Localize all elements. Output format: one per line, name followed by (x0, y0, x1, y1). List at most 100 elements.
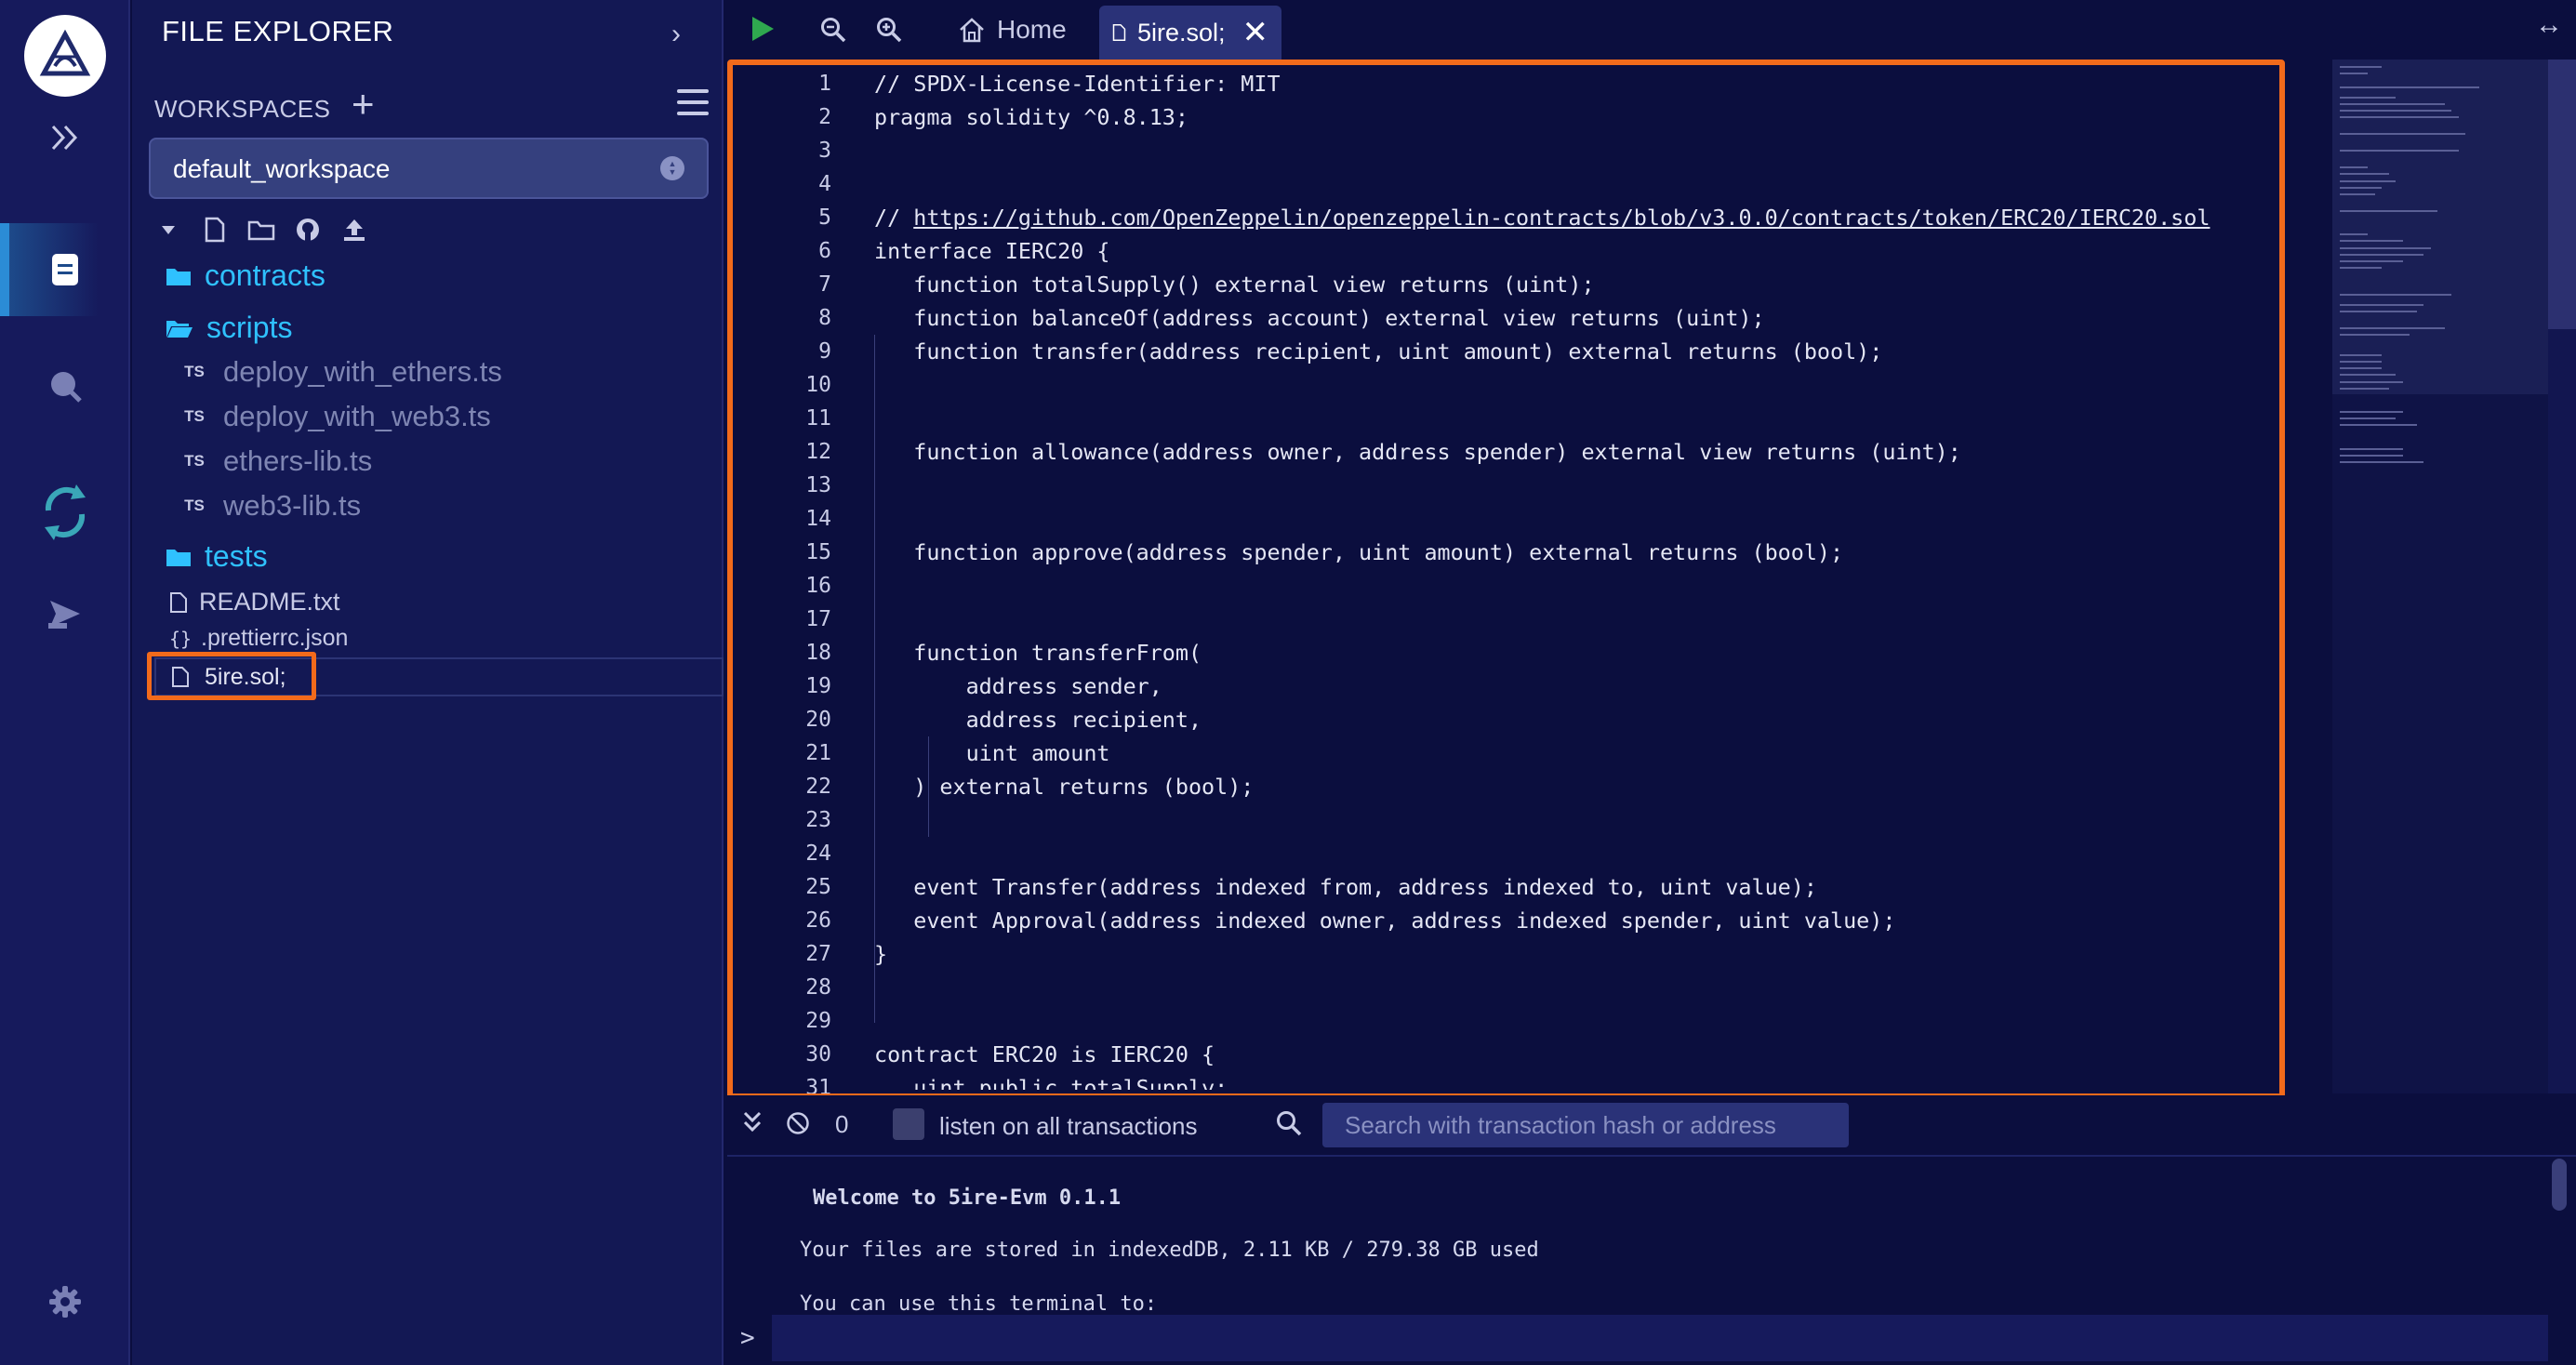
folder-icon (166, 549, 191, 566)
line-number: 1 (818, 72, 831, 96)
line-number: 23 (805, 808, 831, 832)
line-number: 2 (818, 105, 831, 129)
transaction-search-input[interactable] (1322, 1103, 1849, 1147)
compiler-plugin-button[interactable] (0, 479, 130, 544)
code-line[interactable]: event Approval(address indexed owner, ad… (874, 904, 2269, 937)
code-line[interactable] (874, 502, 2269, 536)
code-line[interactable] (874, 134, 2269, 167)
tree-file[interactable]: TS web3-lib.ts (180, 489, 361, 523)
tree-file[interactable]: TS deploy_with_ethers.ts (180, 355, 502, 389)
tab-home[interactable]: Home (941, 0, 1083, 60)
code-line[interactable]: // SPDX-License-Identifier: MIT (874, 67, 2269, 100)
code-line[interactable]: contract ERC20 is IERC20 { (874, 1038, 2269, 1071)
listen-checkbox[interactable] (893, 1108, 924, 1140)
code-line[interactable]: address recipient, (874, 703, 2269, 736)
code-line[interactable] (874, 569, 2269, 603)
terminal-storage-info: Your files are stored in indexedDB, 2.11… (800, 1239, 1539, 1262)
active-indicator (0, 223, 9, 316)
resize-horizontal-icon[interactable]: ↔ (2535, 9, 2563, 41)
workspace-menu-icon[interactable] (677, 89, 709, 117)
line-number: 4 (818, 172, 831, 196)
line-number: 15 (805, 540, 831, 564)
line-number: 26 (805, 908, 831, 933)
terminal-input[interactable] (772, 1315, 2548, 1361)
editor-tab-bar: Home 5ire.sol; ✕ ↔ (725, 0, 2576, 60)
code-line[interactable]: uint amount (874, 736, 2269, 770)
code-line[interactable]: event Transfer(address indexed from, add… (874, 870, 2269, 904)
line-number: 5 (818, 205, 831, 230)
line-number: 24 (805, 842, 831, 866)
code-line[interactable] (874, 167, 2269, 201)
code-line[interactable]: function balanceOf(address account) exte… (874, 301, 2269, 335)
code-line[interactable] (874, 402, 2269, 435)
tree-file[interactable]: README.txt (169, 588, 340, 616)
code-line[interactable] (874, 803, 2269, 837)
settings-button[interactable] (0, 1274, 130, 1330)
code-line[interactable]: function transferFrom( (874, 636, 2269, 669)
line-number: 17 (805, 607, 831, 631)
caret-down-icon[interactable] (154, 216, 182, 244)
chevron-right-icon[interactable]: › (671, 19, 681, 50)
tree-file[interactable]: {} .prettierrc.json (169, 625, 348, 652)
code-line[interactable]: uint public totalSupply; (874, 1071, 2269, 1090)
terminal-prompt: > (740, 1324, 755, 1352)
select-arrows-icon: ▲ ▼ (660, 156, 684, 180)
code-line[interactable] (874, 469, 2269, 502)
zoom-out-button[interactable] (820, 17, 846, 47)
code-line[interactable]: interface IERC20 { (874, 234, 2269, 268)
double-chevron-right-icon (51, 125, 78, 151)
new-file-icon[interactable] (201, 216, 229, 244)
code-line[interactable] (874, 837, 2269, 870)
code-line[interactable]: address sender, (874, 669, 2269, 703)
file-label: ethers-lib.ts (223, 444, 373, 477)
file-explorer-panel: FILE EXPLORER › WORKSPACES + default_wor… (132, 0, 724, 1365)
file-explorer-plugin-button[interactable] (0, 223, 130, 316)
code-link[interactable]: https://github.com/OpenZeppelin/openzepp… (913, 205, 2210, 231)
tree-folder-tests[interactable]: tests (166, 539, 268, 574)
terminal-scrollbar[interactable] (2552, 1159, 2567, 1211)
tree-file[interactable]: TS ethers-lib.ts (180, 444, 372, 478)
deploy-run-plugin-button[interactable] (0, 586, 130, 642)
code-line[interactable]: ) external returns (bool); (874, 770, 2269, 803)
code-line[interactable]: function allowance(address owner, addres… (874, 435, 2269, 469)
tree-folder-contracts[interactable]: contracts (166, 258, 325, 293)
zoom-in-icon (877, 18, 902, 43)
tab-label: Home (997, 15, 1067, 44)
code-line[interactable]: // https://github.com/OpenZeppelin/openz… (874, 201, 2269, 234)
line-number: 8 (818, 306, 831, 330)
code-line[interactable]: function totalSupply() external view ret… (874, 268, 2269, 301)
code-line[interactable] (874, 603, 2269, 636)
upload-icon[interactable] (340, 216, 368, 244)
workspace-select[interactable]: default_workspace ▲ ▼ (149, 138, 709, 199)
clear-terminal-icon[interactable] (785, 1110, 811, 1141)
search-plugin-button[interactable] (0, 358, 130, 414)
scrollbar-thumb[interactable] (2548, 60, 2576, 329)
code-editor[interactable]: 1 2 3 4 5 6 7 8 9 10 11 12 13 14 15 16 17 18 19 20 21 22 23 24 2… (727, 60, 2576, 1100)
run-button[interactable] (750, 15, 776, 47)
tab-5ire-sol[interactable]: 5ire.sol; ✕ (1099, 6, 1281, 60)
tree-file[interactable]: TS deploy_with_web3.ts (180, 400, 491, 433)
chevron-double-down-icon[interactable] (742, 1110, 763, 1141)
code-line[interactable]: function transfer(address recipient, uin… (874, 335, 2269, 368)
icon-rail (0, 0, 130, 1365)
tree-folder-scripts[interactable]: scripts (166, 311, 292, 345)
code-line[interactable]: function approve(address spender, uint a… (874, 536, 2269, 569)
code-line[interactable] (874, 1004, 2269, 1038)
code-line[interactable] (874, 971, 2269, 1004)
workspaces-label: WORKSPACES (154, 95, 331, 123)
add-workspace-button[interactable]: + (352, 82, 375, 126)
terminal-input-row: > (727, 1313, 2576, 1365)
close-icon[interactable]: ✕ (1242, 14, 1269, 51)
tree-file-selected[interactable]: 5ire.sol; (147, 652, 724, 700)
code-line[interactable]: pragma solidity ^0.8.13; (874, 100, 2269, 134)
code-content[interactable]: // SPDX-License-Identifier: MIT pragma so… (874, 67, 2269, 1090)
code-line[interactable] (874, 368, 2269, 402)
zoom-in-button[interactable] (876, 17, 902, 47)
expand-panels-button[interactable] (0, 110, 130, 166)
line-number: 10 (805, 373, 831, 397)
github-icon[interactable] (294, 216, 322, 244)
new-folder-icon[interactable] (247, 216, 275, 244)
editor-scrollbar[interactable] (2548, 60, 2576, 1093)
minimap[interactable] (2332, 60, 2576, 1093)
code-line[interactable]: } (874, 937, 2269, 971)
